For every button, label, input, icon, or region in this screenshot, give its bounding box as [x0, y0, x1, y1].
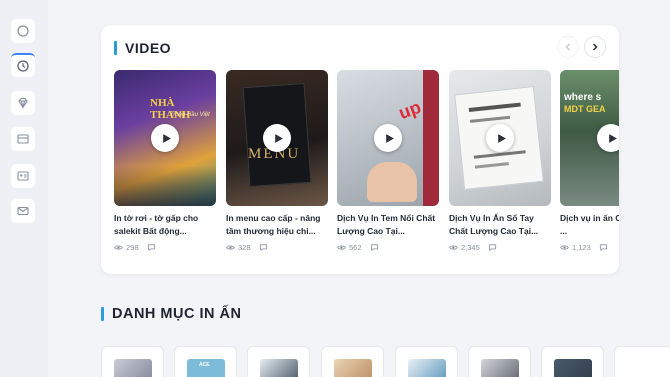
clock-icon — [17, 60, 29, 72]
video-title[interactable]: In menu cao cấp - nâng tầm thương hiệu c… — [226, 212, 328, 238]
comment-icon[interactable] — [599, 243, 608, 252]
video-meta: 562 — [337, 243, 439, 252]
view-count: 328 — [238, 243, 251, 252]
sidebar-item-mail[interactable] — [11, 199, 35, 223]
category-image — [408, 359, 446, 377]
next-button[interactable] — [584, 36, 606, 58]
view-count: 298 — [126, 243, 139, 252]
eye-icon — [114, 245, 123, 250]
category-item[interactable] — [395, 346, 458, 377]
sidebar — [0, 0, 48, 377]
thumb-subcaption: MDT GEA — [564, 104, 606, 114]
sidebar-item-clock[interactable] — [11, 53, 35, 77]
thumb-caption: up — [396, 96, 424, 124]
prev-button[interactable] — [557, 36, 579, 58]
play-button[interactable] — [263, 124, 291, 152]
video-title[interactable]: In tờ rơi - tờ gấp cho salekit Bất động.… — [114, 212, 216, 238]
play-icon — [608, 133, 617, 143]
play-icon — [385, 133, 394, 143]
category-image-label: ACE — [199, 362, 210, 368]
play-button[interactable] — [486, 124, 514, 152]
play-button[interactable] — [374, 124, 402, 152]
video-thumbnail[interactable]: MENU — [226, 70, 328, 206]
video-section: VIDEO NHÀ THANH Trọng Hầu Việt In tờ rơi… — [101, 25, 619, 274]
category-item[interactable] — [541, 346, 604, 377]
eye-icon — [560, 245, 569, 250]
category-section-title: DANH MỤC IN ẤN — [101, 306, 241, 322]
eye-icon — [226, 245, 235, 250]
card-icon — [17, 134, 29, 144]
video-title[interactable]: Dịch Vụ In Tem Nổi Chất Lượng Cao Tại... — [337, 212, 439, 238]
category-image — [554, 359, 592, 377]
diamond-icon — [18, 97, 28, 109]
mail-icon — [17, 206, 29, 216]
category-item[interactable] — [247, 346, 310, 377]
category-item[interactable] — [468, 346, 531, 377]
video-meta: 298 — [114, 243, 216, 252]
video-title-text: VIDEO — [125, 40, 172, 56]
thumb-edge — [423, 70, 439, 206]
category-item[interactable] — [321, 346, 384, 377]
video-title[interactable]: Dịch vụ in ấn Catalogue ... — [560, 212, 619, 238]
play-icon — [497, 133, 506, 143]
view-count: 2,345 — [461, 243, 480, 252]
thumb-subcaption: Trọng Hầu Việt — [170, 112, 210, 118]
video-meta: 1,123 — [560, 243, 619, 252]
comment-icon[interactable] — [147, 243, 156, 252]
comment-icon[interactable] — [259, 243, 268, 252]
view-count: 1,123 — [572, 243, 591, 252]
video-item[interactable]: Dịch Vụ In Ấn Sổ Tay Chất Lượng Cao Tại.… — [449, 70, 551, 252]
category-image: ACE — [187, 359, 225, 377]
sidebar-item-id-card[interactable] — [11, 164, 35, 188]
video-thumbnail[interactable]: up — [337, 70, 439, 206]
chevron-right-icon — [592, 43, 598, 51]
video-item[interactable]: up Dịch Vụ In Tem Nổi Chất Lượng Cao Tại… — [337, 70, 439, 252]
sidebar-item-circle[interactable] — [11, 19, 35, 43]
video-item[interactable]: where s MDT GEA Dịch vụ in ấn Catalogue … — [560, 70, 619, 252]
title-accent-bar — [101, 307, 104, 321]
category-item[interactable] — [614, 346, 670, 377]
thumb-shade — [114, 166, 216, 206]
category-item[interactable] — [101, 346, 164, 377]
play-icon — [274, 133, 283, 143]
video-thumbnail[interactable]: NHÀ THANH Trọng Hầu Việt — [114, 70, 216, 206]
id-card-icon — [17, 171, 29, 181]
play-button[interactable] — [597, 124, 619, 152]
comment-icon[interactable] — [488, 243, 497, 252]
category-image — [334, 359, 372, 377]
video-title[interactable]: Dịch Vụ In Ấn Sổ Tay Chất Lượng Cao Tại.… — [449, 212, 551, 238]
video-meta: 328 — [226, 243, 328, 252]
video-thumbnail[interactable]: where s MDT GEA — [560, 70, 619, 206]
category-image — [114, 359, 152, 377]
thumb-caption: where s — [564, 92, 602, 103]
category-item[interactable]: ACE — [174, 346, 237, 377]
video-section-title: VIDEO — [114, 40, 171, 56]
video-meta: 2,345 — [449, 243, 551, 252]
chevron-left-icon — [565, 43, 570, 51]
eye-icon — [337, 245, 346, 250]
sidebar-item-card[interactable] — [11, 127, 35, 151]
play-button[interactable] — [151, 124, 179, 152]
play-icon — [162, 133, 171, 143]
category-image — [481, 359, 519, 377]
circle-icon — [17, 25, 29, 37]
video-thumbnail[interactable] — [449, 70, 551, 206]
category-title-text: DANH MỤC IN ẤN — [112, 306, 242, 322]
comment-icon[interactable] — [370, 243, 379, 252]
video-item[interactable]: NHÀ THANH Trọng Hầu Việt In tờ rơi - tờ … — [114, 70, 216, 252]
eye-icon — [449, 245, 458, 250]
category-image — [260, 359, 298, 377]
video-item[interactable]: MENU In menu cao cấp - nâng tầm thương h… — [226, 70, 328, 252]
sidebar-item-diamond[interactable] — [11, 91, 35, 115]
thumb-hand — [367, 162, 417, 202]
title-accent-bar — [114, 41, 117, 55]
view-count: 562 — [349, 243, 362, 252]
